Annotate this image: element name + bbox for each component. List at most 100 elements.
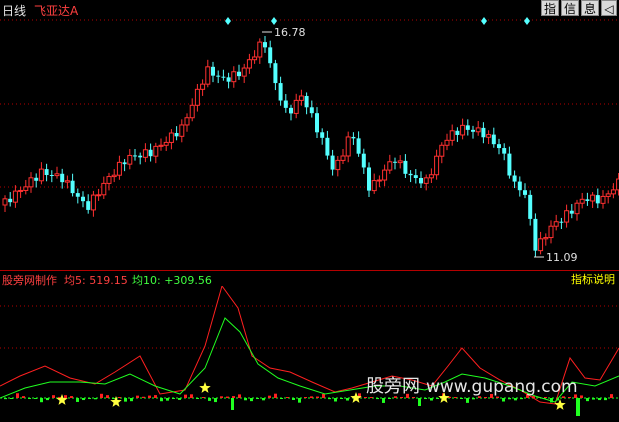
histogram-bar <box>310 396 313 398</box>
candlestick <box>569 204 574 219</box>
candlestick <box>8 192 13 207</box>
candlestick <box>548 220 554 244</box>
histogram-bar <box>580 395 583 398</box>
candlestick <box>273 59 278 91</box>
candlestick <box>278 76 283 106</box>
histogram-bar <box>292 398 295 400</box>
histogram-bar <box>274 393 277 398</box>
histogram-bar <box>231 398 234 410</box>
histogram-bar <box>202 397 205 398</box>
histogram-bar <box>304 397 307 398</box>
panel-divider <box>0 270 619 271</box>
candlestick <box>574 199 580 221</box>
histogram-bar <box>70 396 73 398</box>
price-chart[interactable]: 16.78 11.09 <box>0 0 619 270</box>
candlestick <box>585 192 590 206</box>
histogram-bar <box>598 398 601 401</box>
candlestick <box>553 214 559 231</box>
candlestick <box>543 233 549 246</box>
histogram-bar <box>316 396 319 398</box>
candlestick <box>75 188 80 204</box>
candlestick <box>559 217 564 229</box>
candlestick <box>413 169 418 184</box>
candlestick <box>12 185 18 208</box>
histogram-bar <box>172 398 175 399</box>
histogram-bar <box>502 398 505 402</box>
candlestick <box>168 129 174 150</box>
candlestick <box>122 159 127 172</box>
candlestick <box>257 38 263 64</box>
high-price-annotation: 16.78 <box>262 26 306 39</box>
histogram-bar <box>214 398 217 403</box>
indicator-chart[interactable] <box>0 286 619 422</box>
histogram-bar <box>286 397 289 398</box>
candlestick <box>241 63 247 83</box>
candlestick <box>263 35 267 53</box>
candlestick <box>564 204 570 228</box>
histogram-bar <box>118 397 121 398</box>
histogram-bar <box>382 398 385 403</box>
candlestick <box>184 113 190 132</box>
candlestick <box>304 92 309 115</box>
indicator-help-link[interactable]: 指标说明 <box>571 271 615 287</box>
candlestick <box>101 176 107 199</box>
candlestick <box>81 191 85 208</box>
candlestick <box>148 143 153 162</box>
candlestick <box>309 100 314 118</box>
candlestick <box>475 121 481 136</box>
histogram-bar <box>64 395 67 398</box>
histogram-bar <box>130 398 133 402</box>
histogram-bar <box>58 396 61 398</box>
histogram-bar <box>262 398 265 401</box>
candlestick <box>533 213 538 257</box>
candlestick <box>340 149 346 164</box>
histogram-bar <box>388 398 391 399</box>
candlestick <box>268 40 273 68</box>
candlestick <box>142 143 148 163</box>
candlestick <box>471 125 475 139</box>
histogram-bar <box>232 396 235 398</box>
histogram-bar <box>112 398 115 399</box>
histogram-bar <box>148 395 151 398</box>
histogram-bar <box>586 398 589 402</box>
candlestick <box>49 170 54 183</box>
histogram-bar <box>82 398 85 401</box>
candlestick <box>289 104 293 121</box>
histogram-bar <box>340 398 343 399</box>
candlestick <box>428 168 434 183</box>
candlestick <box>455 127 460 142</box>
candlestick <box>96 188 102 201</box>
histogram-bar <box>226 396 229 398</box>
histogram-bar <box>46 398 49 401</box>
histogram-bar <box>334 398 337 402</box>
candlestick <box>320 128 325 145</box>
histogram-bar <box>220 396 223 398</box>
candlestick <box>28 172 34 193</box>
candlestick <box>86 194 91 214</box>
histogram-bar <box>208 398 211 401</box>
histogram-bar <box>610 394 613 398</box>
candlestick <box>221 69 226 81</box>
candlestick <box>595 188 600 209</box>
candlestick <box>298 89 304 106</box>
candlestick <box>523 183 527 199</box>
candlestick <box>419 171 423 188</box>
candlestick <box>18 186 24 198</box>
candlestick <box>356 131 361 157</box>
candlestick <box>293 93 299 119</box>
histogram-bar <box>436 398 439 399</box>
candlestick <box>153 142 159 164</box>
candlestick <box>23 179 29 195</box>
histogram-bar <box>184 394 187 398</box>
candlestick <box>423 174 429 191</box>
histogram-bar <box>190 394 193 398</box>
candlestick <box>517 176 522 197</box>
histogram-bar <box>466 398 469 403</box>
candlestick <box>528 190 533 226</box>
candlestick <box>497 138 501 155</box>
histogram-bar <box>268 395 271 398</box>
candlestick <box>579 192 585 209</box>
candlestick <box>111 169 117 183</box>
candlestick <box>127 149 133 170</box>
candlestick <box>189 98 195 122</box>
